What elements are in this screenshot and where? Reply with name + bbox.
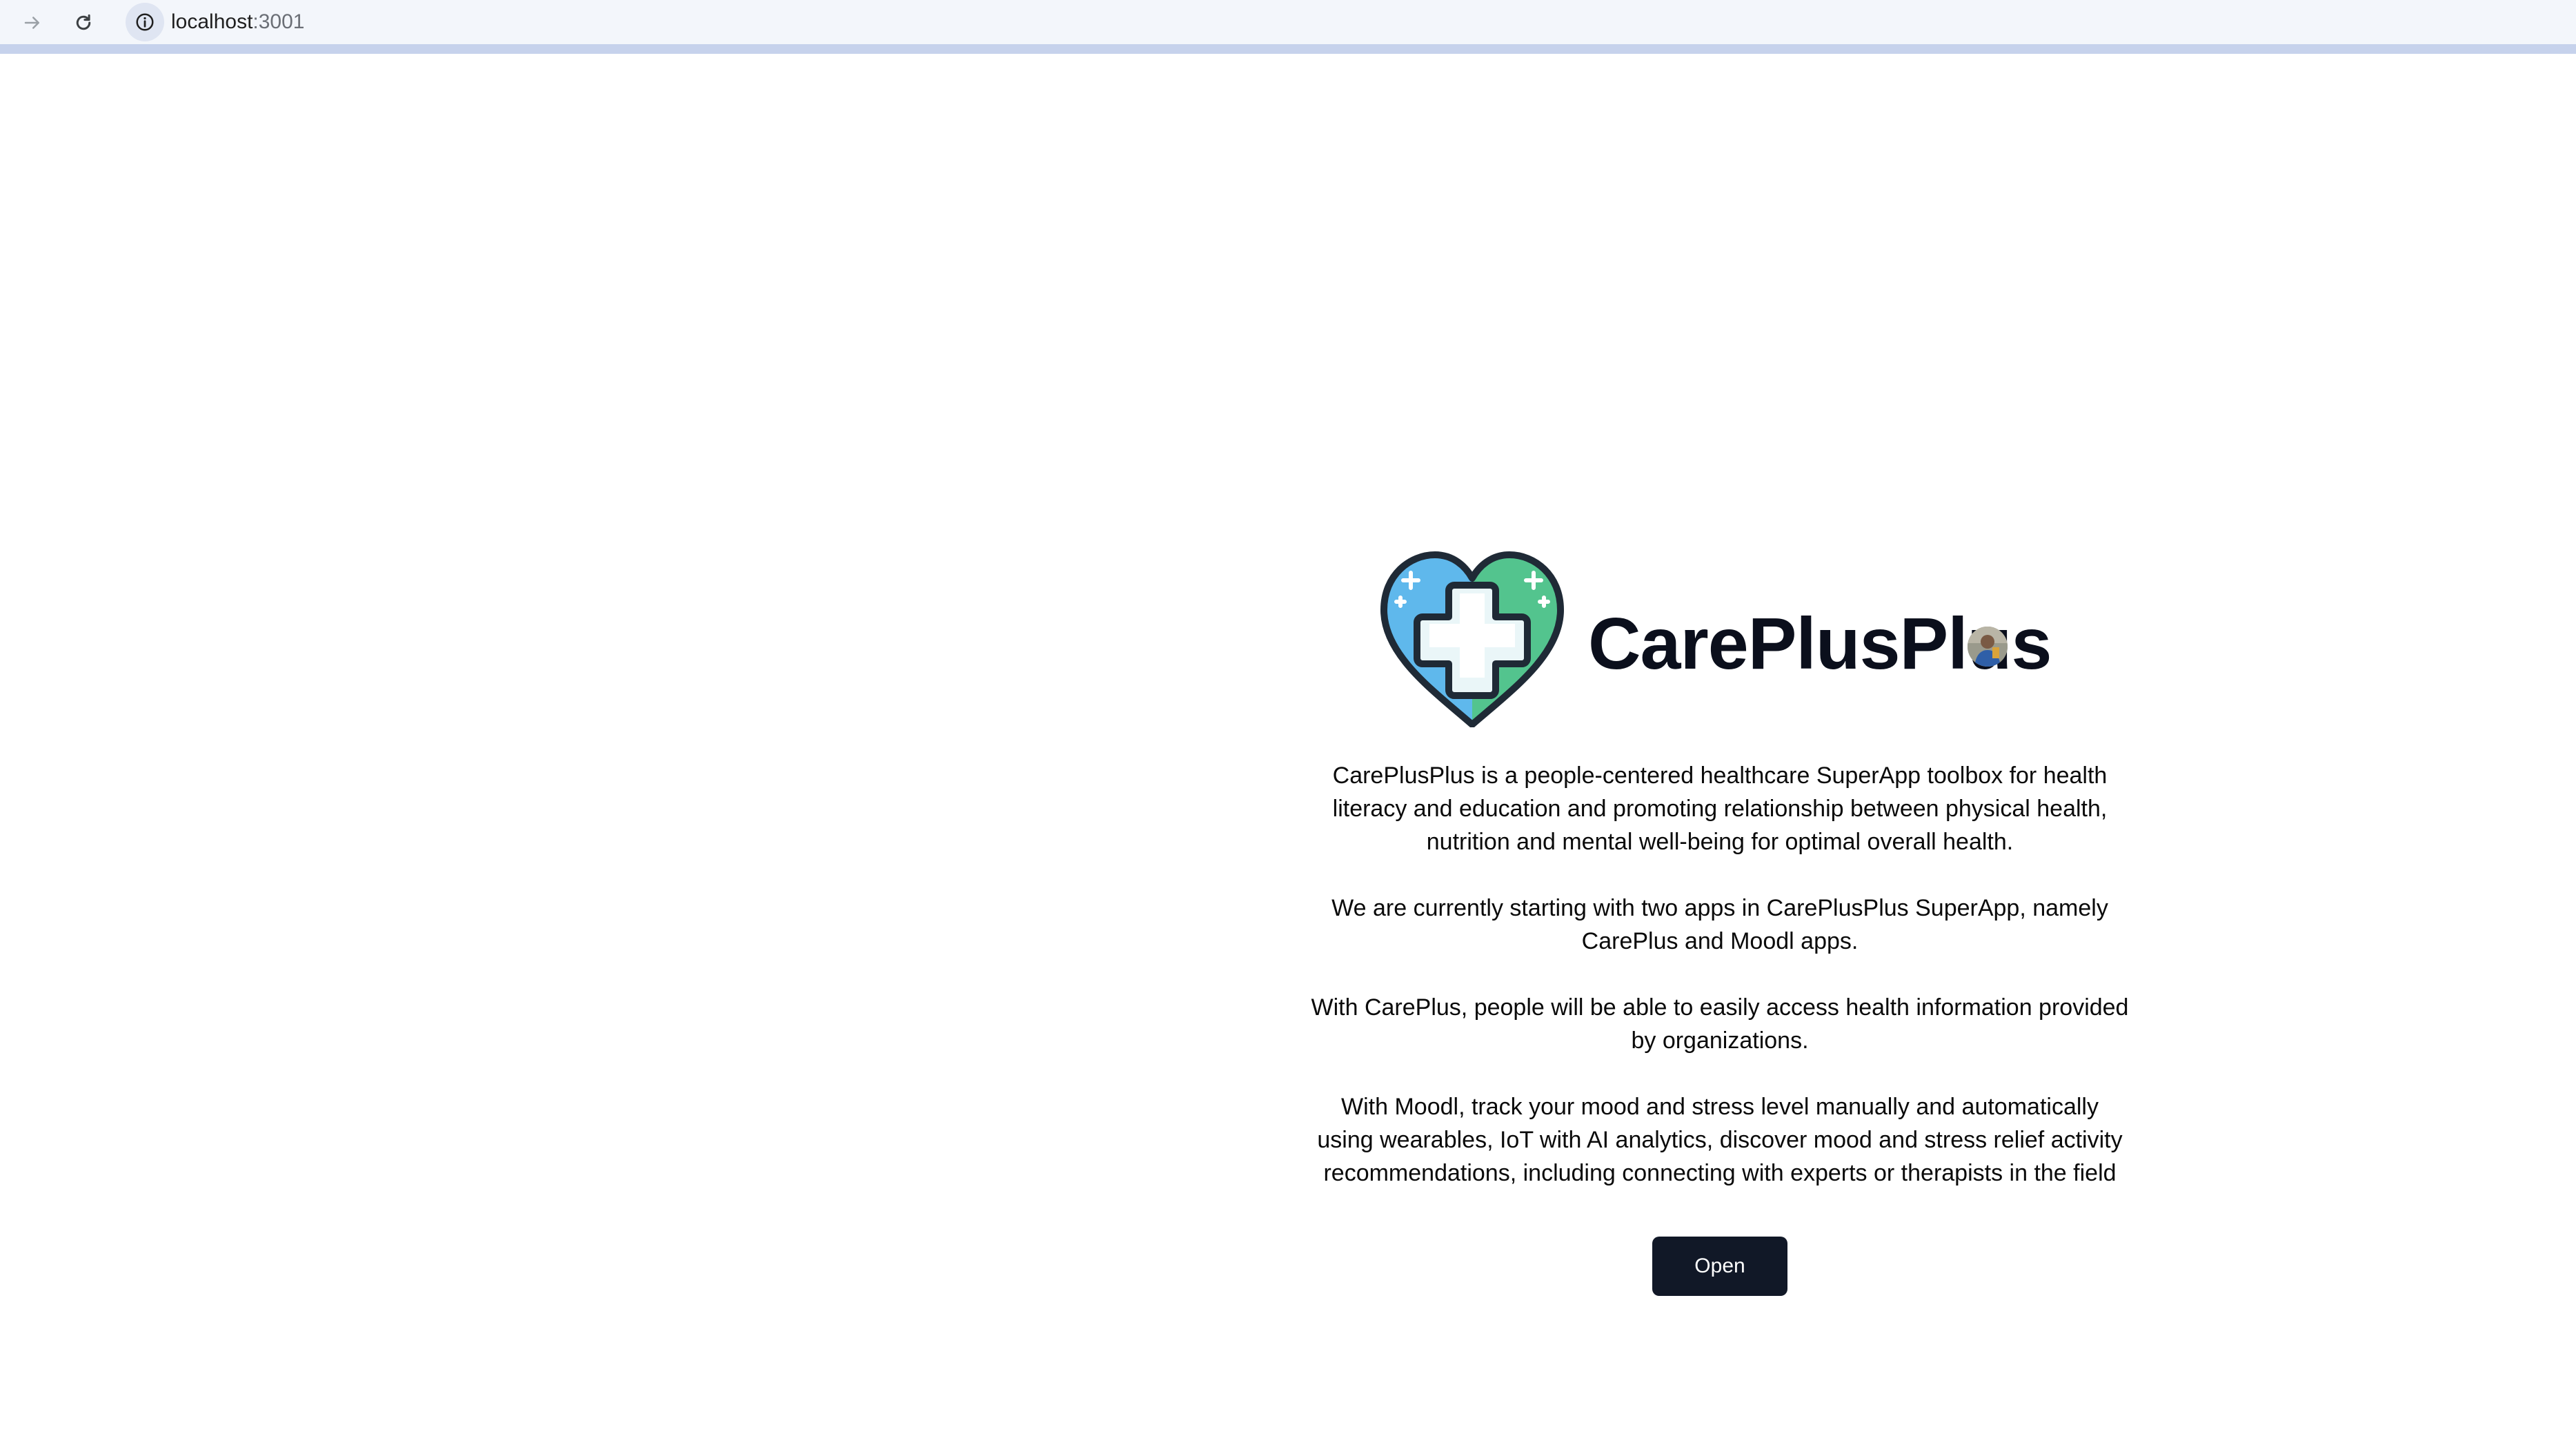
intro-paragraph: CarePlusPlus is a people-centered health… bbox=[1332, 763, 2108, 855]
moodl-paragraph: With Moodl, track your mood and stress l… bbox=[1317, 1094, 2123, 1186]
url-text[interactable]: localhost:3001 bbox=[171, 10, 304, 35]
url-port: :3001 bbox=[252, 10, 305, 33]
site-info-button[interactable] bbox=[126, 3, 164, 41]
brand-header: CarePlusPlus bbox=[1380, 551, 2070, 727]
reload-button[interactable] bbox=[65, 4, 102, 41]
info-icon bbox=[136, 13, 154, 31]
arrow-right-icon bbox=[24, 17, 39, 29]
heart-cross-logo-icon bbox=[1380, 551, 1564, 727]
toolbar-divider bbox=[0, 44, 2576, 54]
avatar[interactable] bbox=[1968, 627, 2008, 667]
apps-paragraph: We are currently starting with two apps … bbox=[1331, 895, 2108, 954]
user-avatar-icon bbox=[1968, 627, 2008, 667]
reload-icon bbox=[76, 14, 91, 30]
address-bar[interactable]: localhost:3001 bbox=[123, 1, 2565, 43]
url-host: localhost bbox=[171, 10, 253, 33]
browser-toolbar: localhost:3001 bbox=[0, 0, 2576, 44]
forward-button[interactable] bbox=[14, 4, 51, 41]
open-button[interactable]: Open bbox=[1652, 1237, 1787, 1296]
careplus-paragraph: With CarePlus, people will be able to ea… bbox=[1311, 994, 2129, 1054]
